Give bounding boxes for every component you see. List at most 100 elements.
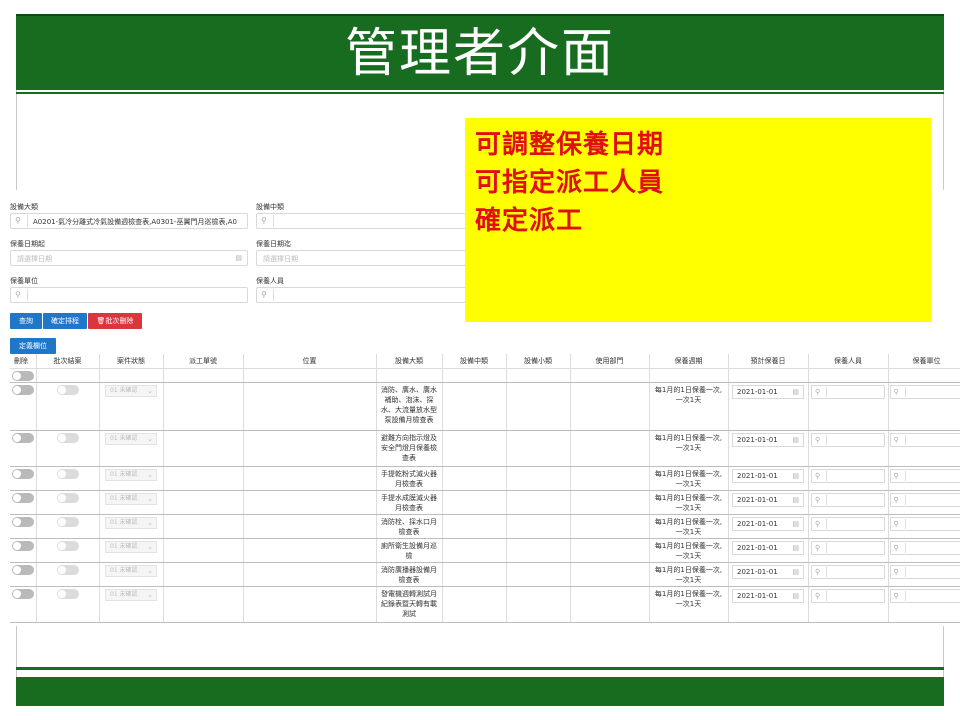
batch-close-toggle[interactable] [56, 432, 79, 443]
search-icon: ⚲ [893, 495, 899, 504]
calendar-icon: ▤ [792, 543, 799, 552]
scheduled-date-picker[interactable]: 2021-01-01 ▤ [732, 564, 804, 579]
delete-toggle[interactable] [12, 588, 34, 599]
delete-toggle[interactable] [12, 564, 34, 575]
date-start-label: 保養日期起 [10, 240, 45, 248]
search-icon: ⚲ [815, 567, 821, 576]
search-icon: ⚲ [893, 543, 899, 552]
scheduled-date-picker[interactable]: 2021-01-01 ▤ [732, 540, 804, 555]
batch-close-cell [36, 430, 100, 467]
delete-toggle[interactable] [12, 540, 34, 551]
scheduled-date-picker[interactable]: 2021-01-01 ▤ [732, 492, 804, 507]
input-divider [904, 566, 906, 577]
person-picker[interactable]: ⚲ [811, 540, 885, 555]
person-picker[interactable]: ⚲ [811, 588, 885, 603]
unit-picker[interactable]: ⚲ [889, 468, 960, 483]
date-start-input[interactable]: 請選擇日期 ▤ [10, 250, 248, 266]
status-select[interactable]: 01 未確認 ⌄ [105, 384, 157, 397]
department-cell [570, 562, 650, 587]
delete-toggle[interactable] [12, 516, 34, 527]
delete-cell [10, 514, 37, 539]
scheduled-date-picker[interactable]: 2021-01-01 ▤ [732, 432, 804, 447]
person-picker[interactable]: ⚲ [811, 432, 885, 447]
batch-close-toggle[interactable] [56, 564, 79, 575]
person-picker[interactable]: ⚲ [811, 564, 885, 579]
scheduled-date-cell: 2021-01-01 ▤ [728, 514, 809, 539]
scheduled-date-picker[interactable]: 2021-01-01 ▤ [732, 384, 804, 399]
search-icon: ⚲ [893, 387, 899, 396]
unit-picker[interactable]: ⚲ [889, 432, 960, 447]
person-picker[interactable]: ⚲ [811, 516, 885, 531]
status-select[interactable]: 01 未確認 ⌄ [105, 588, 157, 601]
scheduled-date-picker[interactable]: 2021-01-01 ▤ [732, 468, 804, 483]
select-all-cell [10, 368, 37, 383]
status-cell: 01 未確認 ⌄ [99, 562, 164, 587]
batch-close-toggle[interactable] [56, 468, 79, 479]
location-cell [243, 382, 377, 431]
status-select[interactable]: 01 未確認 ⌄ [105, 492, 157, 505]
delete-toggle[interactable] [12, 492, 34, 503]
equip-mid-cell [442, 562, 507, 587]
scheduled-date-cell: 2021-01-01 ▤ [728, 382, 809, 431]
delete-toggle[interactable] [12, 432, 34, 443]
unit-picker[interactable]: ⚲ [889, 540, 960, 555]
column-header: 設備中類 [442, 354, 507, 369]
unit-input[interactable]: ⚲ [10, 287, 248, 303]
unit-picker[interactable]: ⚲ [889, 384, 960, 399]
person-picker[interactable]: ⚲ [811, 468, 885, 483]
batch-close-toggle[interactable] [56, 540, 79, 551]
status-select[interactable]: 01 未確認 ⌄ [105, 432, 157, 445]
person-cell: ⚲ [808, 466, 889, 491]
column-header: 保養人員 [808, 354, 889, 369]
equip-mid-cell [442, 466, 507, 491]
calendar-icon: ▤ [792, 471, 799, 480]
calendar-icon: ▤ [792, 387, 799, 396]
fix-columns-button[interactable]: 定義欄位 [10, 338, 56, 354]
equip-major-cell: 發電機週轉測試月紀錄表暨天轉有載測試 [376, 586, 443, 623]
person-input[interactable]: ⚲ [256, 287, 466, 303]
column-header: 預計保養日 [728, 354, 809, 369]
delete-toggle[interactable] [12, 468, 34, 479]
delete-toggle[interactable] [12, 384, 34, 395]
location-cell [243, 514, 377, 539]
search-icon: ⚲ [815, 543, 821, 552]
equip-minor-cell [506, 562, 571, 587]
status-select[interactable]: 01 未確認 ⌄ [105, 564, 157, 577]
note-line-2: 可指定派工人員 [475, 168, 665, 198]
unit-picker[interactable]: ⚲ [889, 564, 960, 579]
dispatch-no-cell [163, 490, 244, 515]
person-picker[interactable]: ⚲ [811, 492, 885, 507]
select-all-row [10, 368, 960, 383]
unit-picker[interactable]: ⚲ [889, 588, 960, 603]
batch-close-toggle[interactable] [56, 492, 79, 503]
date-end-input[interactable]: 請選擇日期 [256, 250, 466, 266]
department-cell [570, 514, 650, 539]
equip-mid-input[interactable]: ⚲ [256, 213, 466, 229]
person-cell: ⚲ [808, 586, 889, 623]
scheduled-date-picker[interactable]: 2021-01-01 ▤ [732, 588, 804, 603]
unit-picker[interactable]: ⚲ [889, 516, 960, 531]
chevron-down-icon: ⌄ [147, 434, 153, 443]
confirm-schedule-button[interactable]: 確定排程 [43, 313, 87, 329]
column-header: 批次結案 [36, 354, 100, 369]
equip-major-cell: 消防栓、採水口月檢查表 [376, 514, 443, 539]
equip-major-input[interactable]: ⚲ A0201-氣冷分離式冷氣設備週檢查表,A0301-巫翼門月巡檢表,A0 [10, 213, 248, 229]
input-divider [904, 494, 906, 505]
dispatch-no-cell [163, 514, 244, 539]
search-icon: ⚲ [15, 290, 21, 299]
batch-close-toggle[interactable] [56, 384, 79, 395]
status-select[interactable]: 01 未確認 ⌄ [105, 540, 157, 553]
unit-picker[interactable]: ⚲ [889, 492, 960, 507]
search-button[interactable]: 查詢 [10, 313, 42, 329]
calendar-icon: ▤ [792, 519, 799, 528]
status-select[interactable]: 01 未確認 ⌄ [105, 516, 157, 529]
batch-delete-button[interactable]: 🗑批次刪除 [88, 313, 142, 329]
unit-label: 保養單位 [10, 277, 38, 285]
batch-close-toggle[interactable] [56, 588, 79, 599]
select-all-toggle[interactable] [12, 370, 34, 381]
person-picker[interactable]: ⚲ [811, 384, 885, 399]
batch-close-toggle[interactable] [56, 516, 79, 527]
scheduled-date-cell: 2021-01-01 ▤ [728, 562, 809, 587]
status-select[interactable]: 01 未確認 ⌄ [105, 468, 157, 481]
scheduled-date-picker[interactable]: 2021-01-01 ▤ [732, 516, 804, 531]
